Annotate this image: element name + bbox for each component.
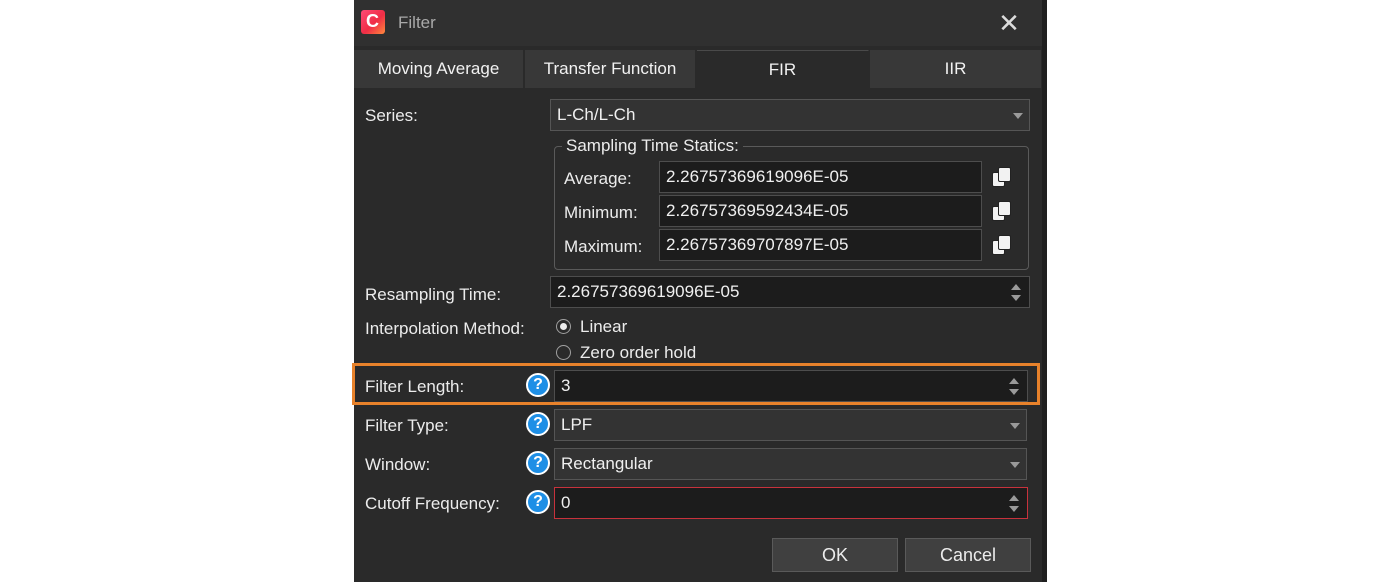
cancel-button[interactable]: Cancel [905,538,1031,572]
window-value: Rectangular [561,454,653,473]
radio-zero-order-hold[interactable] [556,345,571,360]
cutoff-frequency-value: 0 [561,493,571,512]
title-bar[interactable]: C Filter ✕ [354,0,1042,46]
average-field[interactable]: 2.26757369619096E-05 [659,161,982,193]
help-icon[interactable]: ? [526,373,550,397]
chevron-down-icon [1013,113,1023,119]
radio-linear-label[interactable]: Linear [580,317,627,337]
app-logo-icon: C [361,10,385,34]
tab-transfer-function[interactable]: Transfer Function [525,50,696,88]
filter-length-label: Filter Length: [365,377,465,396]
copy-maximum-icon[interactable] [990,234,1012,256]
minimum-label: Minimum: [564,203,638,222]
radio-linear[interactable] [556,319,571,334]
series-select[interactable]: L-Ch/L-Ch [550,99,1030,131]
window-select[interactable]: Rectangular [554,448,1027,480]
filter-type-value: LPF [561,415,593,434]
chevron-down-icon [1010,462,1020,468]
copy-minimum-icon[interactable] [990,200,1012,222]
window-edge [1042,0,1047,582]
filter-length-spinbox[interactable]: 3 [554,370,1028,402]
close-icon[interactable]: ✕ [992,6,1026,40]
radio-zero-order-hold-label[interactable]: Zero order hold [580,343,696,363]
spin-down-icon[interactable] [1011,295,1021,301]
tab-moving-average[interactable]: Moving Average [354,50,524,88]
series-value: L-Ch/L-Ch [557,105,636,124]
resampling-label: Resampling Time: [365,285,502,304]
tab-bar: Moving Average Transfer Function FIR IIR [354,50,1042,88]
window-title: Filter [398,13,436,32]
spin-up-icon[interactable] [1009,378,1019,384]
spin-down-icon[interactable] [1009,389,1019,395]
resampling-spinbox[interactable]: 2.26757369619096E-05 [550,276,1030,308]
filter-length-value: 3 [561,376,571,395]
spin-up-icon[interactable] [1009,495,1019,501]
tab-fir[interactable]: FIR [697,50,869,88]
cutoff-frequency-spinbox[interactable]: 0 [554,487,1028,519]
cutoff-frequency-label: Cutoff Frequency: [365,494,500,513]
spin-up-icon[interactable] [1011,284,1021,290]
spin-down-icon[interactable] [1009,506,1019,512]
filter-dialog: C Filter ✕ Moving Average Transfer Funct… [352,0,1042,582]
tab-iir[interactable]: IIR [870,50,1042,88]
help-icon[interactable]: ? [526,490,550,514]
series-label: Series: [365,106,418,125]
filter-type-label: Filter Type: [365,416,449,435]
maximum-field[interactable]: 2.26757369707897E-05 [659,229,982,261]
resampling-value: 2.26757369619096E-05 [557,282,740,301]
window-label: Window: [365,455,431,474]
help-icon[interactable]: ? [526,412,550,436]
interpolation-label: Interpolation Method: [365,319,525,338]
sampling-group-title: Sampling Time Statics: [562,136,743,156]
copy-average-icon[interactable] [990,166,1012,188]
minimum-field[interactable]: 2.26757369592434E-05 [659,195,982,227]
filter-type-select[interactable]: LPF [554,409,1027,441]
chevron-down-icon [1010,423,1020,429]
maximum-label: Maximum: [564,237,643,256]
average-label: Average: [564,169,632,188]
ok-button[interactable]: OK [772,538,898,572]
help-icon[interactable]: ? [526,451,550,475]
